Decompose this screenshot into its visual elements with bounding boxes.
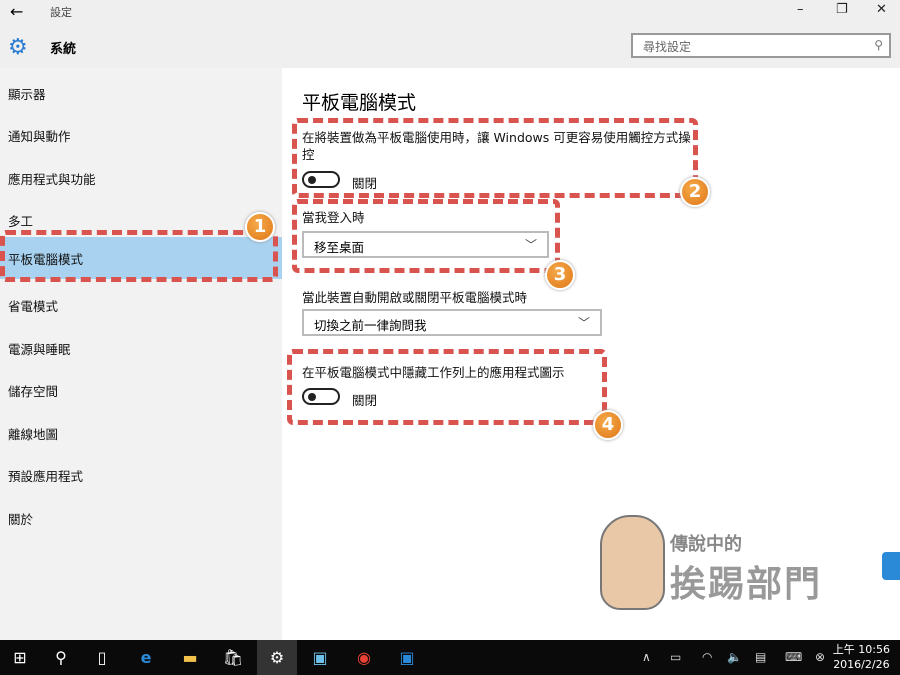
auto-switch-value: 切換之前一律詢問我 (314, 318, 427, 333)
back-icon[interactable]: ← (10, 2, 23, 21)
start-icon[interactable]: ⊞ (0, 640, 40, 675)
title-bar: ← 設定 – ❐ ✕ ⚙ 系統 尋找設定 ⚲ (0, 0, 900, 68)
file-explorer-icon[interactable]: ▬ (170, 640, 210, 675)
sidebar-item-battery-saver[interactable]: 省電模式 (0, 284, 282, 326)
annotation-badge-4: 4 (593, 410, 623, 440)
mascot-icon (600, 515, 665, 610)
edge-icon[interactable]: e (126, 640, 166, 675)
close-button[interactable]: ✕ (876, 2, 887, 17)
chrome-icon[interactable]: ◉ (344, 640, 384, 675)
annotation-badge-2: 2 (680, 177, 710, 207)
store-icon[interactable]: 🛍 (213, 640, 253, 675)
sidebar-item-storage[interactable]: 儲存空間 (0, 369, 282, 411)
restore-button[interactable]: ❐ (836, 2, 848, 17)
page-title: 平板電腦模式 (302, 92, 417, 114)
teamviewer-icon[interactable]: ▣ (387, 640, 427, 675)
section-title: 系統 (50, 42, 77, 57)
watermark-logo: 傳說中的 挨踢部門 (600, 515, 850, 615)
battery-icon[interactable]: ▭ (670, 650, 681, 664)
wifi-icon[interactable]: ◠ (702, 650, 712, 664)
annotation-badge-1: 1 (245, 212, 275, 242)
annotation-box-3 (292, 199, 560, 273)
chevron-up-icon[interactable]: ∧ (642, 650, 651, 664)
annotation-box-1 (0, 230, 278, 282)
search-input[interactable]: 尋找設定 ⚲ (631, 33, 891, 58)
watermark-line1: 傳說中的 (670, 534, 742, 555)
chevron-down-icon: ﹀ (577, 316, 590, 330)
sidebar-item-notifications[interactable]: 通知與動作 (0, 114, 282, 156)
sidebar-item-about[interactable]: 關於 (0, 497, 282, 539)
volume-icon[interactable]: 🔈 (727, 650, 742, 664)
sidebar-item-power-sleep[interactable]: 電源與睡眠 (0, 327, 282, 369)
watermark-line2: 挨踢部門 (670, 564, 823, 605)
taskbar: ⊞ ⚲ ▯ e ▬ 🛍 ⚙ ▣ ◉ ▣ ∧ ▭ ◠ 🔈 ▤ ⌨ ⊗ 上午 10:… (0, 640, 900, 675)
task-view-icon[interactable]: ▯ (82, 640, 122, 675)
keyboard-icon[interactable]: ⌨ (785, 650, 802, 664)
search-placeholder: 尋找設定 (643, 40, 692, 54)
teamviewer-tab-icon[interactable] (882, 552, 900, 580)
search-icon[interactable]: ⚲ (874, 38, 883, 52)
clock-date: 2016/2/26 (833, 658, 890, 671)
gear-icon: ⚙ (8, 35, 28, 60)
minimize-button[interactable]: – (797, 2, 804, 17)
sidebar: 顯示器 通知與動作 應用程式與功能 多工 平板電腦模式 省電模式 電源與睡眠 儲… (0, 68, 282, 640)
settings-icon[interactable]: ⚙ (257, 640, 297, 675)
auto-switch-label: 當此裝置自動開啟或關閉平板電腦模式時 (302, 290, 528, 305)
sidebar-item-default-apps[interactable]: 預設應用程式 (0, 454, 282, 496)
annotation-badge-3: 3 (545, 260, 575, 290)
sidebar-item-offline-maps[interactable]: 離線地圖 (0, 412, 282, 454)
auto-switch-dropdown[interactable]: 切換之前一律詢問我 ﹀ (302, 309, 602, 336)
sidebar-item-display[interactable]: 顯示器 (0, 72, 282, 114)
sidebar-item-apps[interactable]: 應用程式與功能 (0, 157, 282, 199)
photos-icon[interactable]: ▣ (300, 640, 340, 675)
annotation-box-4 (287, 349, 607, 425)
search-icon[interactable]: ⚲ (41, 640, 81, 675)
clock-time: 上午 10:56 (832, 643, 890, 656)
annotation-box-2 (292, 118, 698, 198)
window-title: 設定 (50, 6, 72, 19)
close-circle-icon[interactable]: ⊗ (815, 650, 825, 664)
clock[interactable]: 上午 10:56 2016/2/26 (833, 642, 890, 672)
action-center-icon[interactable]: ▤ (755, 650, 766, 664)
